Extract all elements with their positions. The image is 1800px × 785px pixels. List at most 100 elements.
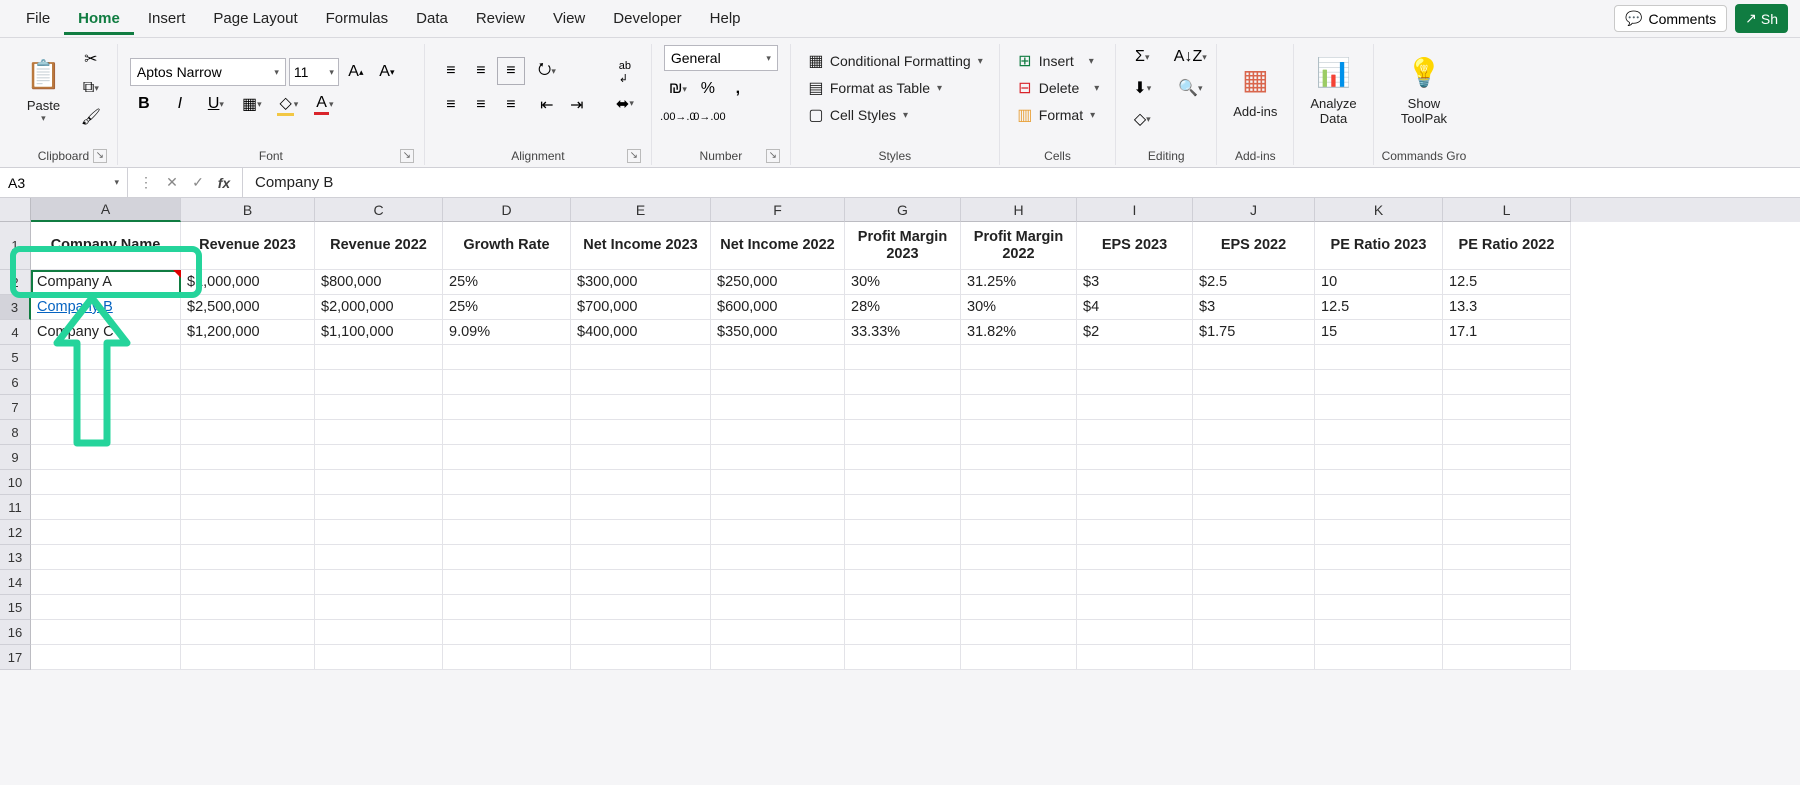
row-header-3[interactable]: 3: [0, 295, 31, 320]
menu-review[interactable]: Review: [462, 2, 539, 35]
share-button[interactable]: ↗ Sh: [1735, 4, 1788, 33]
cell[interactable]: [845, 520, 961, 545]
cell[interactable]: 31.82%: [961, 320, 1077, 345]
cell[interactable]: [1443, 595, 1571, 620]
header-cell[interactable]: Revenue 2023: [181, 222, 315, 270]
format-painter-button[interactable]: 🖌: [77, 104, 105, 130]
autosum-button[interactable]: Σ▾: [1128, 43, 1156, 71]
cell[interactable]: [961, 645, 1077, 670]
cell-styles-button[interactable]: ▢Cell Styles▾: [803, 103, 987, 127]
cell[interactable]: [1193, 470, 1315, 495]
col-header-I[interactable]: I: [1077, 198, 1193, 222]
cell[interactable]: [711, 595, 845, 620]
cell[interactable]: [31, 395, 181, 420]
cell[interactable]: [845, 645, 961, 670]
italic-button[interactable]: I: [166, 90, 194, 118]
cell[interactable]: [1077, 645, 1193, 670]
cell[interactable]: $1.75: [1193, 320, 1315, 345]
cell[interactable]: [1077, 420, 1193, 445]
cell[interactable]: [1443, 470, 1571, 495]
dialog-launcher-icon[interactable]: ↘: [400, 149, 414, 163]
cell[interactable]: [845, 395, 961, 420]
cell[interactable]: $300,000: [571, 270, 711, 295]
cell[interactable]: [571, 620, 711, 645]
cell[interactable]: [1077, 595, 1193, 620]
cell[interactable]: 28%: [845, 295, 961, 320]
cell[interactable]: [1077, 470, 1193, 495]
cell[interactable]: [181, 570, 315, 595]
cell[interactable]: $350,000: [711, 320, 845, 345]
cell[interactable]: [571, 570, 711, 595]
cell[interactable]: [443, 545, 571, 570]
cell[interactable]: [1193, 370, 1315, 395]
row-header-11[interactable]: 11: [0, 495, 31, 520]
cell[interactable]: [1077, 495, 1193, 520]
addins-button[interactable]: ▦ Add-ins: [1225, 44, 1285, 132]
cell[interactable]: 13.3: [1443, 295, 1571, 320]
cell[interactable]: [845, 545, 961, 570]
cell[interactable]: [443, 645, 571, 670]
cell[interactable]: [1443, 620, 1571, 645]
row-header-5[interactable]: 5: [0, 345, 31, 370]
cell[interactable]: [961, 545, 1077, 570]
col-header-C[interactable]: C: [315, 198, 443, 222]
cell[interactable]: 25%: [443, 295, 571, 320]
cell[interactable]: $2,000,000: [315, 295, 443, 320]
cell[interactable]: [961, 520, 1077, 545]
cell[interactable]: [1315, 520, 1443, 545]
cell[interactable]: [961, 570, 1077, 595]
cell[interactable]: [443, 470, 571, 495]
row-header-10[interactable]: 10: [0, 470, 31, 495]
cell[interactable]: [315, 620, 443, 645]
menu-home[interactable]: Home: [64, 2, 134, 35]
bold-button[interactable]: B: [130, 90, 158, 118]
col-header-K[interactable]: K: [1315, 198, 1443, 222]
cell[interactable]: [443, 595, 571, 620]
cell[interactable]: [961, 420, 1077, 445]
cell[interactable]: [181, 470, 315, 495]
cell[interactable]: [443, 570, 571, 595]
align-left-button[interactable]: ≡: [437, 91, 465, 119]
cell[interactable]: [845, 495, 961, 520]
cell[interactable]: $3: [1077, 270, 1193, 295]
copy-button[interactable]: ⧉▾: [77, 75, 105, 101]
row-header-9[interactable]: 9: [0, 445, 31, 470]
cell[interactable]: [1315, 470, 1443, 495]
fill-button[interactable]: ⬇▾: [1128, 74, 1156, 102]
cell[interactable]: [31, 520, 181, 545]
find-button[interactable]: 🔍▾: [1176, 74, 1204, 102]
align-center-button[interactable]: ≡: [467, 91, 495, 119]
cell[interactable]: [1077, 370, 1193, 395]
font-size-select[interactable]: 11▾: [289, 58, 339, 86]
merge-button[interactable]: ⬌▾: [611, 90, 639, 118]
cell[interactable]: $1,000,000: [181, 270, 315, 295]
grow-font-button[interactable]: A▴: [342, 58, 370, 86]
cell[interactable]: [181, 445, 315, 470]
cell[interactable]: [443, 395, 571, 420]
cell[interactable]: [443, 445, 571, 470]
accounting-button[interactable]: ₪▾: [664, 75, 692, 103]
row-header-14[interactable]: 14: [0, 570, 31, 595]
cell[interactable]: [31, 645, 181, 670]
hyperlink-cell[interactable]: Company B: [37, 299, 113, 315]
show-toolpak-button[interactable]: 💡 Show ToolPak: [1393, 44, 1455, 132]
cell[interactable]: 12.5: [1315, 295, 1443, 320]
cell[interactable]: [845, 620, 961, 645]
cell[interactable]: $4: [1077, 295, 1193, 320]
cell[interactable]: [845, 470, 961, 495]
header-cell[interactable]: PE Ratio 2023: [1315, 222, 1443, 270]
col-header-L[interactable]: L: [1443, 198, 1571, 222]
cell[interactable]: [315, 395, 443, 420]
cell[interactable]: [315, 345, 443, 370]
cell[interactable]: [1443, 445, 1571, 470]
cell[interactable]: $800,000: [315, 270, 443, 295]
header-cell[interactable]: EPS 2023: [1077, 222, 1193, 270]
fill-color-button[interactable]: ◇▾: [274, 90, 302, 118]
cell[interactable]: 17.1: [1443, 320, 1571, 345]
dialog-launcher-icon[interactable]: ↘: [627, 149, 641, 163]
cell[interactable]: [845, 570, 961, 595]
cell[interactable]: Company B: [31, 295, 181, 320]
cell[interactable]: [961, 595, 1077, 620]
underline-button[interactable]: U▾: [202, 90, 230, 118]
cell[interactable]: [1077, 345, 1193, 370]
